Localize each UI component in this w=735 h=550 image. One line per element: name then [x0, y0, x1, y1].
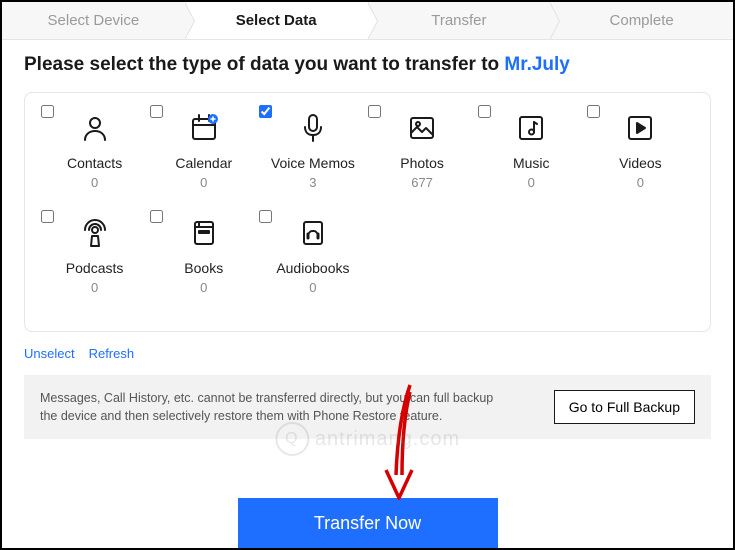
data-item-contacts[interactable]: Contacts 0	[45, 111, 144, 190]
transfer-now-button[interactable]: Transfer Now	[238, 498, 498, 548]
data-item-photos[interactable]: Photos 677	[372, 111, 471, 190]
item-count: 3	[309, 175, 316, 190]
voice-icon	[296, 111, 330, 145]
photos-icon	[405, 111, 439, 145]
item-label: Voice Memos	[271, 155, 355, 171]
item-count: 0	[91, 280, 98, 295]
notice-bar: Messages, Call History, etc. cannot be t…	[24, 375, 711, 439]
refresh-link[interactable]: Refresh	[89, 346, 135, 361]
item-count: 0	[200, 280, 207, 295]
checkbox-calendar[interactable]	[150, 105, 163, 118]
data-type-card: Contacts 0 Calendar 0 Voice Memos 3 Photos 677 M…	[24, 92, 711, 332]
item-count: 677	[411, 175, 433, 190]
item-label: Videos	[619, 155, 662, 171]
item-count: 0	[309, 280, 316, 295]
contacts-icon	[78, 111, 112, 145]
wizard-steps: Select DeviceSelect DataTransferComplete	[2, 2, 733, 40]
podcasts-icon	[78, 216, 112, 250]
item-label: Contacts	[67, 155, 122, 171]
item-label: Photos	[400, 155, 444, 171]
item-count: 0	[200, 175, 207, 190]
go-to-full-backup-button[interactable]: Go to Full Backup	[554, 390, 695, 424]
music-icon	[514, 111, 548, 145]
action-links: Unselect Refresh	[24, 346, 733, 361]
prompt-text: Please select the type of data you want …	[24, 54, 504, 75]
data-item-videos[interactable]: Videos 0	[591, 111, 690, 190]
books-icon	[187, 216, 221, 250]
data-item-voice-memos[interactable]: Voice Memos 3	[263, 111, 362, 190]
step-select-data: Select Data	[185, 2, 368, 39]
item-label: Books	[184, 260, 223, 276]
data-type-grid: Contacts 0 Calendar 0 Voice Memos 3 Photos 677 M…	[45, 111, 690, 295]
step-complete[interactable]: Complete	[550, 2, 733, 39]
calendar-icon	[187, 111, 221, 145]
data-item-audiobooks[interactable]: Audiobooks 0	[263, 216, 362, 295]
checkbox-contacts[interactable]	[41, 105, 54, 118]
item-label: Music	[513, 155, 550, 171]
item-label: Audiobooks	[276, 260, 349, 276]
page-title: Please select the type of data you want …	[24, 54, 711, 76]
checkbox-audiobooks[interactable]	[259, 210, 272, 223]
checkbox-music[interactable]	[478, 105, 491, 118]
checkbox-books[interactable]	[150, 210, 163, 223]
unselect-link[interactable]: Unselect	[24, 346, 75, 361]
data-item-calendar[interactable]: Calendar 0	[154, 111, 253, 190]
target-device: Mr.July	[504, 54, 569, 75]
checkbox-videos[interactable]	[587, 105, 600, 118]
step-transfer[interactable]: Transfer	[368, 2, 551, 39]
audiobooks-icon	[296, 216, 330, 250]
item-count: 0	[91, 175, 98, 190]
data-item-music[interactable]: Music 0	[482, 111, 581, 190]
item-count: 0	[637, 175, 644, 190]
checkbox-podcasts[interactable]	[41, 210, 54, 223]
data-item-podcasts[interactable]: Podcasts 0	[45, 216, 144, 295]
item-label: Podcasts	[66, 260, 124, 276]
checkbox-voice-memos[interactable]	[259, 105, 272, 118]
step-select-device[interactable]: Select Device	[2, 2, 185, 39]
data-item-books[interactable]: Books 0	[154, 216, 253, 295]
checkbox-photos[interactable]	[368, 105, 381, 118]
videos-icon	[623, 111, 657, 145]
notice-text: Messages, Call History, etc. cannot be t…	[40, 389, 510, 425]
item-label: Calendar	[175, 155, 232, 171]
item-count: 0	[528, 175, 535, 190]
